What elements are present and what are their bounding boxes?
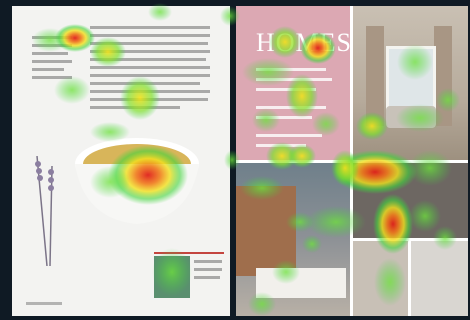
page-title: HOMES: [256, 28, 353, 57]
text-line: [194, 260, 222, 263]
dining-table: [256, 268, 346, 298]
small-room-photo: [351, 239, 409, 316]
garden-fence: [236, 186, 296, 276]
text-line: [256, 116, 312, 119]
lavender-sprigs: [35, 156, 54, 266]
bathroom-photo: [409, 239, 468, 316]
text-line: [256, 144, 306, 147]
interior-photo: [351, 161, 468, 239]
text-line: [32, 36, 72, 39]
thumbnail-image: [154, 256, 190, 298]
text-line: [90, 106, 180, 109]
sofa: [386, 106, 436, 128]
text-line: [90, 74, 210, 77]
text-line: [90, 26, 210, 29]
text-line: [32, 52, 68, 55]
text-line: [194, 276, 220, 279]
text-line: [90, 34, 210, 37]
text-line: [90, 98, 208, 101]
text-line: [256, 78, 332, 81]
text-line: [32, 60, 72, 63]
text-line: [90, 66, 210, 69]
homes-panel: HOMES: [236, 6, 351, 161]
text-line: [256, 106, 326, 109]
text-line: [194, 268, 222, 271]
text-line: [256, 68, 326, 71]
photo-divider: [408, 239, 411, 316]
text-line: [32, 44, 72, 47]
page-footer: [26, 302, 62, 305]
right-page: HOMES: [236, 6, 468, 316]
text-line: [32, 68, 64, 71]
curtain-right: [434, 26, 452, 126]
soup-bowl: [75, 138, 199, 224]
text-line: [90, 58, 206, 61]
left-page: [12, 6, 230, 316]
text-line: [90, 90, 210, 93]
red-rule: [154, 252, 224, 254]
text-line: [256, 88, 316, 91]
text-line: [90, 82, 200, 85]
text-line: [90, 50, 210, 53]
heatmap-screenshot: HOMES: [0, 0, 470, 320]
text-line: [32, 76, 72, 79]
curtain-left: [366, 26, 384, 126]
photo-divider: [236, 160, 468, 163]
text-line: [256, 134, 322, 137]
text-line: [90, 42, 208, 45]
